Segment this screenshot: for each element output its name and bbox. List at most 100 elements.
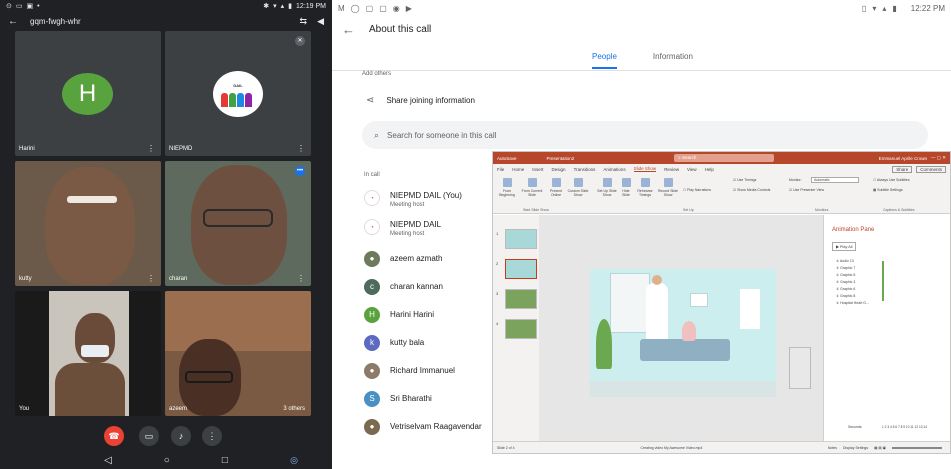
custom-show-button[interactable]: Custom Slide Show (567, 178, 589, 197)
participant-row[interactable]: ● Richard Immanuel (364, 363, 494, 379)
microphone-button[interactable]: ♪ (171, 426, 191, 446)
share-label: Share joining information (386, 96, 475, 105)
share-joining-info-row[interactable]: ⋖ Share joining information (366, 95, 475, 106)
window-controls[interactable]: — ▢ ✕ (931, 155, 946, 161)
participant-row[interactable]: S Sri Bharathi (364, 391, 494, 407)
tab-transitions[interactable]: Transitions (574, 167, 596, 172)
participant-tile-niepmd[interactable]: ✕ DAIL NIEPMD ⋮ (165, 31, 311, 156)
anim-item[interactable]: ① Graphic 5 (836, 273, 855, 277)
display-settings-button[interactable]: Display Settings (843, 446, 868, 450)
back-arrow-icon[interactable]: ← (8, 16, 18, 27)
participant-tile-charan[interactable]: ••• charan ⋮ (165, 161, 311, 286)
end-call-button[interactable]: ☎ (104, 426, 124, 446)
slide-thumbnail-selected[interactable] (505, 259, 537, 279)
tab-file[interactable]: File (497, 167, 504, 172)
nav-back-icon[interactable]: ◁ (104, 455, 112, 466)
tab-people[interactable]: People (592, 52, 617, 69)
user-name: Emmanuel Aprile Crown (878, 155, 927, 161)
present-online-button[interactable]: Present Online (547, 178, 565, 197)
more-vert-icon[interactable]: ⋮ (147, 274, 155, 283)
tab-slide-show[interactable]: Slide Show (633, 166, 657, 172)
participant-name: kutty bala (390, 338, 425, 347)
record-button[interactable]: Record Slide Show (657, 178, 679, 197)
tab-insert[interactable]: Insert (532, 167, 543, 172)
nav-home-icon[interactable]: ○ (164, 455, 170, 466)
more-vert-icon[interactable]: ⋮ (297, 274, 305, 283)
back-arrow-icon[interactable]: ← (342, 22, 355, 37)
speaker-icon[interactable]: ◀︎ (317, 16, 324, 27)
anim-item[interactable]: ① Graphic 7 (836, 266, 855, 270)
tab-information[interactable]: Information (653, 52, 693, 69)
participant-row[interactable]: c charan kannan (364, 279, 494, 295)
more-options-button[interactable]: ⋮ (202, 426, 222, 446)
slide-thumbnail[interactable] (505, 229, 537, 249)
anim-item[interactable]: ① Graphic 8 (836, 294, 855, 298)
autosave-label[interactable]: AutoSave (497, 156, 517, 161)
more-vert-icon[interactable]: ⋮ (147, 144, 155, 153)
participant-row[interactable]: k kutty bala (364, 335, 494, 351)
participant-tile-self[interactable]: You (15, 291, 161, 416)
tab-review[interactable]: Review (664, 167, 679, 172)
slide-canvas[interactable] (590, 269, 776, 397)
subtitle-settings-button[interactable]: ▦ Subtitle Settings (873, 188, 903, 192)
others-badge[interactable]: 3 others (283, 406, 305, 412)
monitor-select[interactable]: Automatic (811, 177, 859, 183)
use-timings-checkbox[interactable]: ☑ Use Timings (733, 178, 756, 182)
tab-view[interactable]: View (687, 167, 697, 172)
slide-thumbnail[interactable] (505, 289, 537, 309)
tab-animations[interactable]: Animations (603, 167, 625, 172)
presenter-view-checkbox[interactable]: ☑ Use Presenter View (789, 188, 824, 192)
switch-camera-icon[interactable]: ⇆ (300, 16, 308, 27)
participant-tile-harini[interactable]: H Harini ⋮ (15, 31, 161, 156)
anim-item[interactable]: ① Audio 13 (836, 259, 854, 263)
signal-icon: ▴ (882, 3, 887, 13)
slide-window (610, 273, 650, 333)
show-media-checkbox[interactable]: ☑ Show Media Controls (733, 188, 770, 192)
play-all-button[interactable]: ▶ Play All (832, 242, 857, 251)
assistant-icon[interactable]: ◎ (290, 455, 298, 466)
participant-row[interactable]: H Harini Harini (364, 307, 494, 323)
ppt-title-bar: AutoSave Presentation2 ⌕ Search Emmanuel… (493, 152, 950, 164)
animation-pane-title: Animation Pane (832, 227, 875, 233)
battery-icon: ▮ (892, 3, 897, 13)
wifi-icon: ▾ (273, 3, 277, 10)
anim-item[interactable]: ① Graphic 3 (836, 280, 855, 284)
ppt-search-box[interactable]: ⌕ Search (674, 154, 775, 162)
nav-recents-icon[interactable]: □ (222, 455, 228, 466)
participant-tile-kutty[interactable]: kutty ⋮ (15, 161, 161, 286)
more-vert-icon[interactable]: ⋮ (297, 144, 305, 153)
chat-icon: ▣ (26, 3, 34, 10)
view-buttons[interactable]: ▦ ▤ ▣ (874, 446, 886, 450)
tab-home[interactable]: Home (512, 167, 524, 172)
tab-help[interactable]: Help (705, 167, 714, 172)
tab-bar: People Information (592, 52, 729, 69)
from-current-button[interactable]: From Current Slide (521, 178, 543, 197)
message-icon: ▢ (379, 3, 387, 13)
participant-row[interactable]: ◔ NIEPMD DAIL (You) Meeting host (364, 190, 494, 210)
hide-slide-button[interactable]: Hide Slide (619, 178, 633, 197)
vibrate-icon: ▯ (861, 3, 867, 13)
camera-button[interactable]: ▭ (139, 426, 159, 446)
add-others-link[interactable]: Add others (362, 71, 391, 77)
zoom-slider[interactable] (892, 446, 942, 449)
search-participants-input[interactable]: ⌕ Search for someone in this call (362, 121, 928, 149)
play-narrations-checkbox[interactable]: ☐ Play Narrations (683, 188, 711, 192)
notes-button[interactable]: Notes (828, 446, 837, 450)
participant-row[interactable]: ◔ NIEPMD DAIL Meeting host (364, 219, 494, 239)
anim-item[interactable]: ① Hospital Heart O... (836, 301, 869, 305)
from-beginning-button[interactable]: From Beginning (497, 178, 517, 197)
always-subtitles-checkbox[interactable]: ☐ Always Use Subtitles (873, 178, 910, 182)
participant-name: Richard Immanuel (390, 366, 455, 375)
participant-row[interactable]: ● azeem azmath (364, 251, 494, 267)
tab-design[interactable]: Design (552, 167, 566, 172)
rehearse-button[interactable]: Rehearse Timings (635, 178, 655, 197)
comments-button[interactable]: Comments (916, 165, 946, 173)
setup-show-button[interactable]: Set Up Slide Show (597, 178, 617, 197)
slide-thumbnail[interactable] (505, 319, 537, 339)
meeting-code[interactable]: gqm-fwgh-whr (30, 17, 290, 26)
wifi-icon: ▾ (872, 3, 877, 13)
share-button[interactable]: Share (892, 165, 913, 173)
anim-item[interactable]: ① Graphic 6 (836, 287, 855, 291)
participant-tile-azeem[interactable]: ✕ azeem 3 others (165, 291, 311, 416)
ppt-workspace: 1 2 3 4 Animation Pane ▶ Play All ① Audi… (493, 215, 950, 443)
